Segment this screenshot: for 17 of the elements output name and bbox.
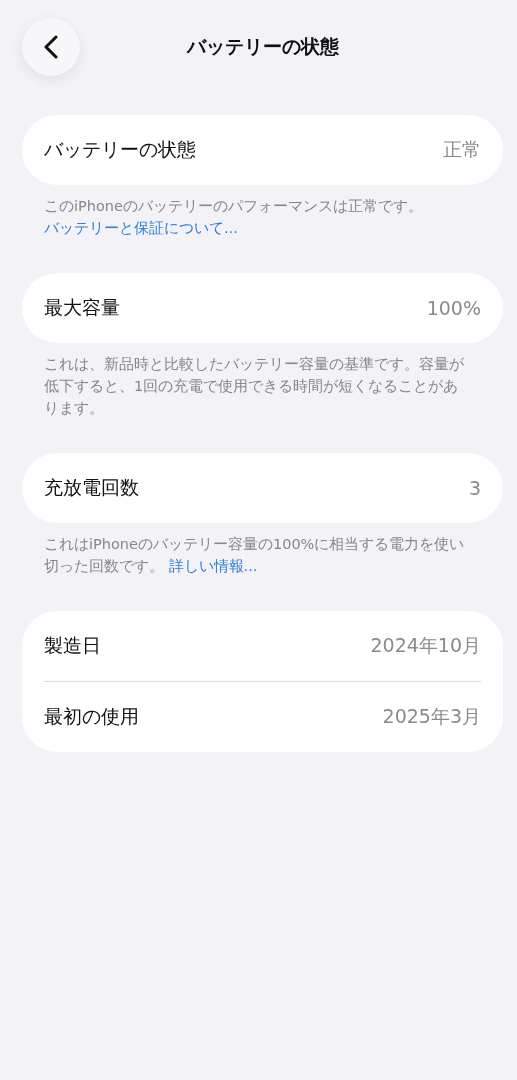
- row-label: 充放電回数: [44, 475, 139, 500]
- footer-note: これはiPhoneのバッテリー容量の100%に相当する電力を使い切った回数です。 詳しい情報...: [44, 535, 466, 576]
- row-value: 3: [468, 477, 481, 499]
- footer-note: このiPhoneのバッテリーのパフォーマンスは正常です。 バッテリーと保証について...: [44, 197, 424, 238]
- row-label: 最大容量: [44, 295, 120, 320]
- row-value: 100%: [426, 297, 481, 319]
- info-link[interactable]: 詳しい情報...: [168, 558, 258, 574]
- row-label: 製造日: [44, 633, 101, 658]
- footer-note: これは、新品時と比較したバッテリー容量の基準です。容量が低下すると、1回の充電で使用できる時間が短くなることがあります。: [44, 355, 465, 418]
- row-label: バッテリーの状態: [44, 137, 196, 162]
- info-link[interactable]: バッテリーと保証について...: [44, 220, 238, 236]
- row-value: 2024年10月: [370, 633, 481, 658]
- page-title: バッテリーの状態: [186, 34, 339, 59]
- row-value: 正常: [443, 137, 481, 162]
- row-label: 最初の使用: [44, 704, 139, 729]
- back-chevron-icon: [44, 35, 58, 59]
- row-value: 2025年3月: [382, 704, 481, 729]
